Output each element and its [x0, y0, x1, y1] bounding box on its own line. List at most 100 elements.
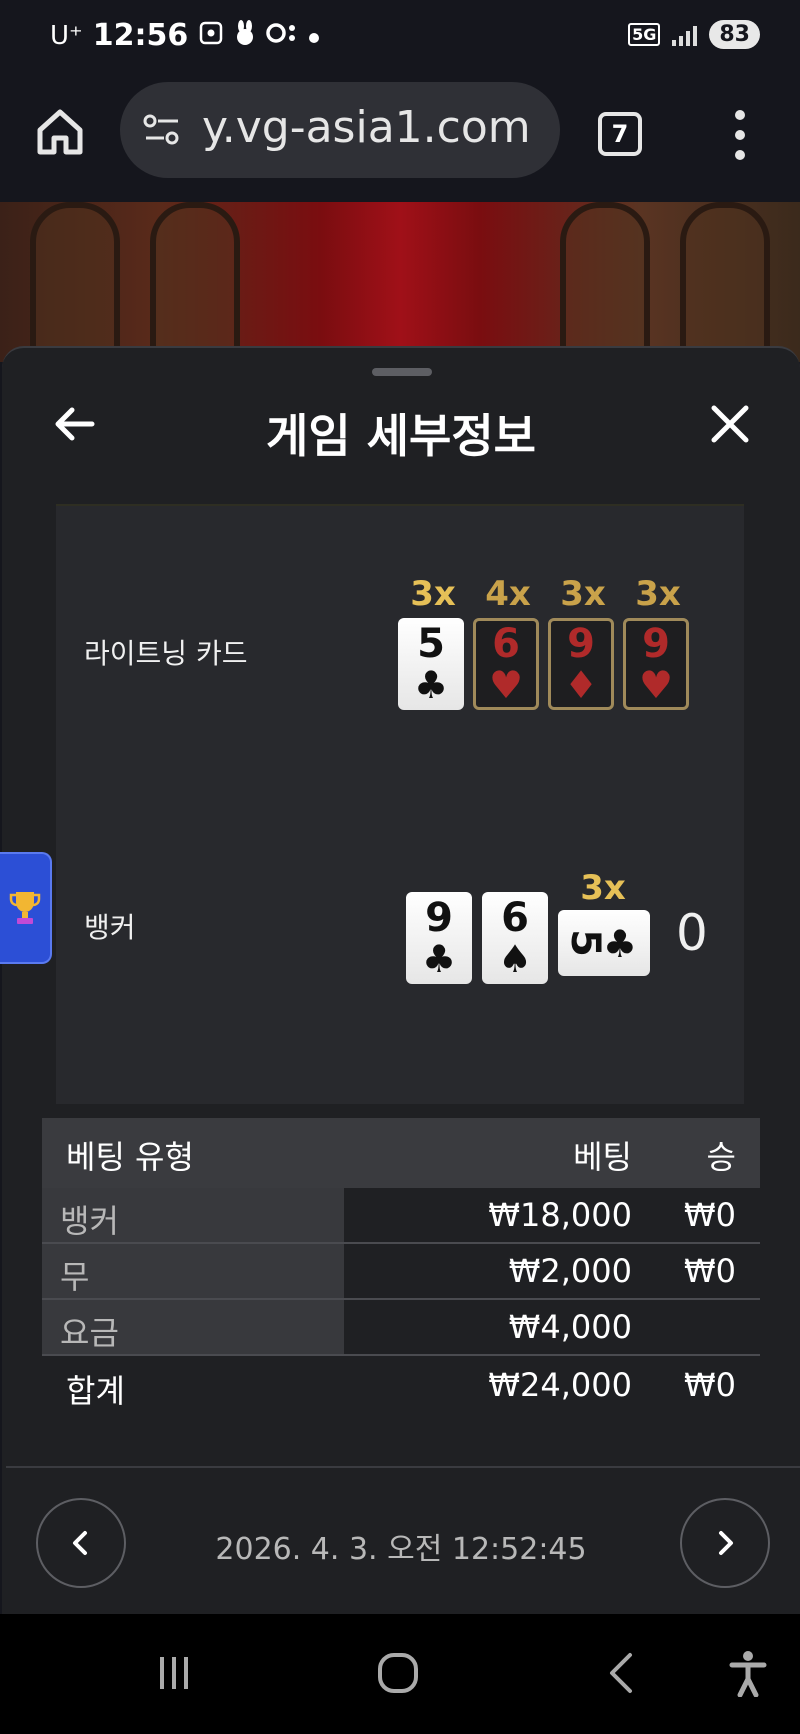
column-header-bet: 베팅	[573, 1138, 632, 1176]
signal-icon	[672, 24, 698, 46]
bet-type-cell: 뱅커	[42, 1188, 344, 1242]
status-bar: U⁺ 12:56 5G 83	[0, 0, 800, 76]
multiplier-label: 3x	[635, 574, 681, 614]
url-text[interactable]: y.vg-asia1.com	[202, 102, 531, 153]
recent-apps-icon	[160, 1657, 188, 1689]
messenger-icon	[266, 20, 298, 52]
card-rank: 5	[417, 621, 445, 667]
home-circle-icon	[378, 1653, 418, 1693]
accessibility-button[interactable]	[718, 1648, 778, 1698]
tab-switcher-button[interactable]: 7	[598, 112, 642, 156]
browser-toolbar: y.vg-asia1.com 7	[0, 76, 800, 202]
card-suit: ♦	[563, 663, 599, 707]
card-suit: ♣	[421, 937, 457, 981]
system-navigation-bar	[0, 1614, 800, 1734]
win-amount: ₩0	[684, 1252, 736, 1290]
carrier-label: U⁺	[50, 20, 83, 51]
dot	[735, 130, 745, 140]
lightning-card: 9 ♦	[548, 618, 614, 710]
bet-amount: ₩4,000	[508, 1308, 632, 1346]
game-details-sheet: 게임 세부정보 라이트닝 카드 3x 5 ♣ 4x 6 ♥ 3x 9 ♦ 3x …	[2, 346, 800, 1614]
address-bar[interactable]: y.vg-asia1.com	[120, 82, 560, 178]
bet-type: 뱅커	[60, 1202, 119, 1240]
page-title: 게임 세부정보	[266, 409, 536, 463]
table-row: 무 ₩2,000 ₩0	[42, 1244, 760, 1300]
lightning-card: 6 ♥	[473, 618, 539, 710]
dot	[735, 150, 745, 160]
column-header-type: 베팅 유형	[66, 1138, 194, 1176]
bet-amount: ₩18,000	[488, 1196, 632, 1234]
battery-badge: 83	[709, 20, 760, 49]
bet-type-cell: 무	[42, 1244, 344, 1298]
close-button[interactable]	[706, 400, 754, 448]
divider	[6, 1466, 800, 1468]
more-menu-button[interactable]	[730, 110, 750, 160]
multiplier-label: 3x	[410, 574, 456, 614]
banker-card: 6 ♠	[482, 892, 548, 984]
multiplier-label: 3x	[580, 868, 626, 908]
window-decor	[680, 202, 770, 362]
banker-card: 9 ♣	[406, 892, 472, 984]
card-suit: ♣	[413, 663, 449, 707]
close-icon	[711, 405, 749, 443]
bet-table: 베팅 유형 베팅 승 뱅커 ₩18,000 ₩0 무 ₩2,000 ₩0 요금 …	[42, 1118, 760, 1414]
drag-handle[interactable]	[372, 368, 432, 376]
window-decor	[150, 202, 240, 362]
card-suit: ♥	[638, 663, 674, 707]
recent-apps-button[interactable]	[144, 1648, 204, 1698]
status-left: U⁺ 12:56	[50, 18, 320, 53]
home-icon	[37, 109, 83, 155]
bet-type-cell: 요금	[42, 1300, 344, 1354]
window-decor	[560, 202, 650, 362]
bet-amount: ₩2,000	[508, 1252, 632, 1290]
card-rank: 5	[561, 929, 608, 957]
column-header-win: 승	[706, 1138, 736, 1176]
status-right: 5G 83	[628, 20, 760, 49]
game-result-area: 라이트닝 카드 3x 5 ♣ 4x 6 ♥ 3x 9 ♦ 3x 9 ♥ 뱅커 9…	[56, 504, 744, 1104]
live-video-background	[0, 202, 800, 362]
total-win-amount: ₩0	[684, 1366, 736, 1404]
window-decor	[30, 202, 120, 362]
table-header: 베팅 유형 베팅 승	[42, 1118, 760, 1188]
win-amount: ₩0	[684, 1196, 736, 1234]
banker-score: 0	[676, 904, 708, 962]
bet-type: 무	[60, 1258, 90, 1296]
home-button[interactable]	[32, 104, 88, 160]
leaderboard-tab[interactable]	[0, 852, 52, 964]
clock: 12:56	[92, 18, 189, 53]
dot	[735, 110, 745, 120]
lightning-card: 5 ♣	[398, 618, 464, 710]
site-settings-icon[interactable]	[142, 110, 182, 150]
lightning-card: 9 ♥	[623, 618, 689, 710]
multiplier-label: 4x	[485, 574, 531, 614]
trophy-icon	[9, 892, 41, 924]
card-rank: 9	[425, 895, 453, 941]
home-nav-button[interactable]	[368, 1648, 428, 1698]
lightning-cards-label: 라이트닝 카드	[84, 637, 248, 670]
card-rank: 6	[501, 895, 529, 941]
back-nav-button[interactable]	[592, 1648, 652, 1698]
accessibility-icon	[729, 1651, 767, 1697]
chevron-right-icon	[719, 1531, 733, 1555]
banker-card-rotated: 5 ♣	[558, 910, 650, 976]
banker-label: 뱅커	[84, 911, 136, 944]
total-label: 합계	[66, 1372, 125, 1410]
bet-type: 요금	[60, 1314, 119, 1352]
back-chevron-icon	[610, 1653, 632, 1693]
card-suit: ♠	[497, 937, 533, 981]
network-type-icon: 5G	[628, 23, 661, 46]
card-suit: ♣	[602, 922, 637, 966]
total-bet-amount: ₩24,000	[488, 1366, 632, 1404]
table-row: 뱅커 ₩18,000 ₩0	[42, 1188, 760, 1244]
multiplier-label: 3x	[560, 574, 606, 614]
next-round-button[interactable]	[680, 1498, 770, 1588]
screenshot-icon	[198, 20, 224, 52]
card-rank: 9	[567, 621, 595, 667]
table-total-row: 합계 ₩24,000 ₩0	[42, 1356, 760, 1414]
card-rank: 6	[492, 621, 520, 667]
card-rank: 9	[642, 621, 670, 667]
table-row: 요금 ₩4,000	[42, 1300, 760, 1356]
card-suit: ♥	[488, 663, 524, 707]
notification-dot-icon	[308, 22, 320, 50]
rabbit-icon	[234, 19, 256, 52]
